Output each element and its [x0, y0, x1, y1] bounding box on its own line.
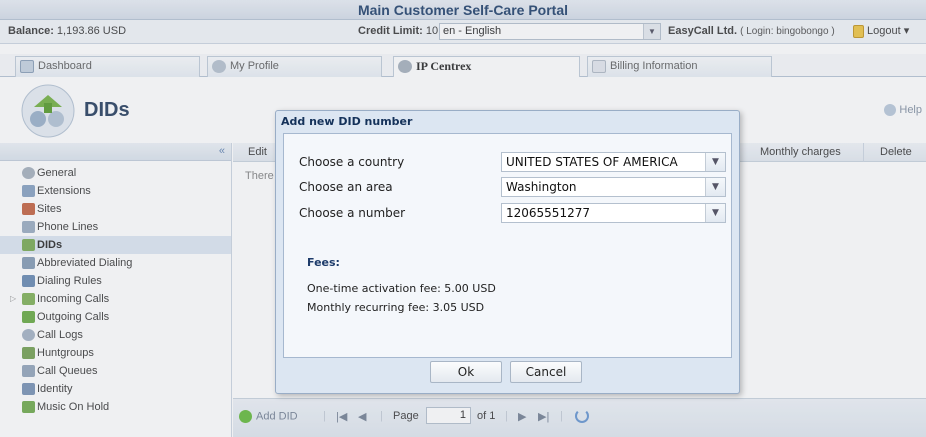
country-row: Choose a country UNITED STATES OF AMERIC… — [299, 152, 729, 172]
chevron-down-icon[interactable]: ▼ — [705, 204, 725, 222]
country-value: UNITED STATES OF AMERICA — [506, 155, 678, 169]
number-row: Choose a number 12065551277 ▼ — [299, 203, 729, 223]
activation-fee: One-time activation fee: 5.00 USD — [307, 282, 496, 295]
chevron-down-icon[interactable]: ▼ — [705, 178, 725, 196]
number-value: 12065551277 — [506, 206, 590, 220]
chevron-down-icon[interactable]: ▼ — [705, 153, 725, 171]
area-row: Choose an area Washington ▼ — [299, 177, 729, 197]
ok-button[interactable]: Ok — [430, 361, 502, 383]
area-select[interactable]: Washington ▼ — [501, 177, 726, 197]
country-select[interactable]: UNITED STATES OF AMERICA ▼ — [501, 152, 726, 172]
add-did-dialog: Add new DID number Choose a country UNIT… — [275, 110, 740, 394]
dialog-body: Choose a country UNITED STATES OF AMERIC… — [283, 133, 732, 358]
number-select[interactable]: 12065551277 ▼ — [501, 203, 726, 223]
area-value: Washington — [506, 180, 577, 194]
area-label: Choose an area — [299, 180, 393, 194]
country-label: Choose a country — [299, 155, 405, 169]
cancel-button[interactable]: Cancel — [510, 361, 582, 383]
number-label: Choose a number — [299, 206, 406, 220]
monthly-fee: Monthly recurring fee: 3.05 USD — [307, 301, 485, 314]
dialog-title: Add new DID number — [281, 115, 413, 128]
fees-title: Fees: — [307, 256, 340, 269]
